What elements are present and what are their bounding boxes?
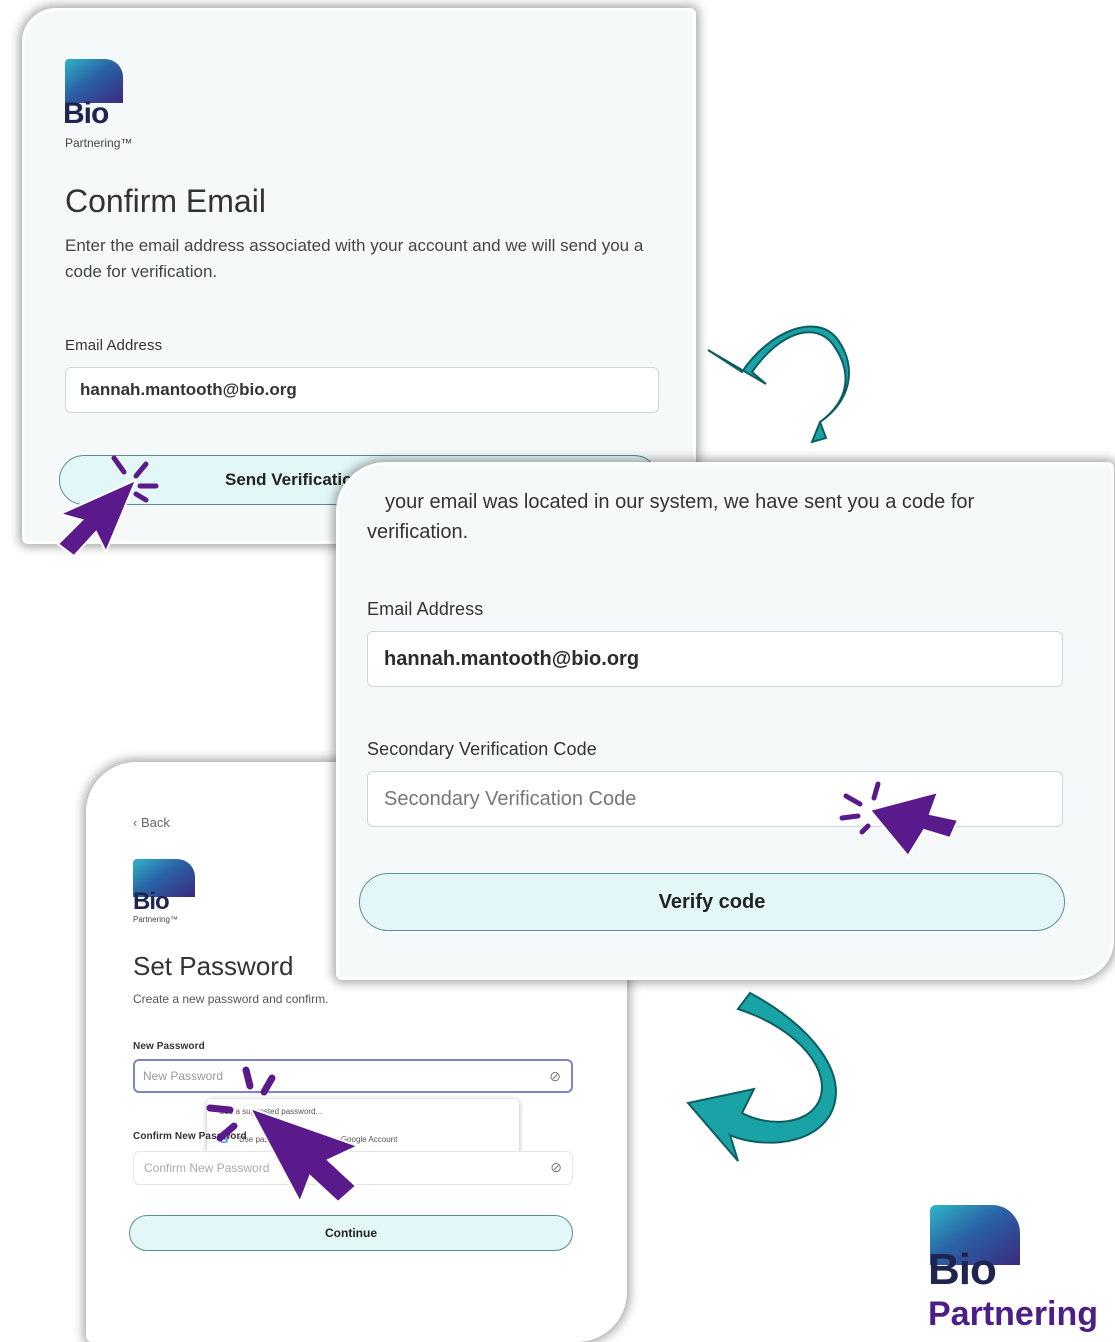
curved-arrow-icon (686, 991, 837, 1162)
verify-code-button[interactable]: Verify code (359, 873, 1065, 931)
email-value: hannah.mantooth@bio.org (384, 647, 640, 670)
set-password-title: Set Password (133, 951, 294, 981)
email-label: Email Address (65, 337, 163, 354)
eye-off-icon[interactable]: ⊘ (549, 1068, 561, 1085)
verify-code-card: your email was located in our system, we… (336, 462, 1114, 980)
email-field[interactable]: hannah.mantooth@bio.org (367, 631, 1063, 687)
verification-message: your email was located in our system, we… (367, 491, 975, 543)
page-title: Confirm Email (65, 183, 266, 219)
bio-partnering-logo: Bio Partnering (928, 1205, 1115, 1342)
chevron-left-icon: ‹ (133, 815, 141, 830)
set-password-description: Create a new password and confirm. (133, 992, 329, 1006)
click-cursor-icon (839, 781, 960, 858)
new-password-label: New Password (133, 1041, 205, 1052)
email-field[interactable]: hannah.mantooth@bio.org (65, 367, 659, 413)
curved-arrow-icon (707, 325, 850, 444)
eye-off-icon[interactable]: ⊘ (550, 1159, 562, 1176)
continue-button[interactable]: Continue (129, 1215, 573, 1251)
email-value: hannah.mantooth@bio.org (80, 380, 297, 399)
back-link[interactable]: ‹ Back (133, 815, 170, 830)
verification-code-label: Secondary Verification Code (367, 739, 597, 759)
click-cursor-icon (206, 1066, 361, 1204)
click-cursor-icon (56, 455, 159, 558)
email-label: Email Address (367, 599, 484, 619)
page-description: Enter the email address associated with … (65, 236, 644, 281)
